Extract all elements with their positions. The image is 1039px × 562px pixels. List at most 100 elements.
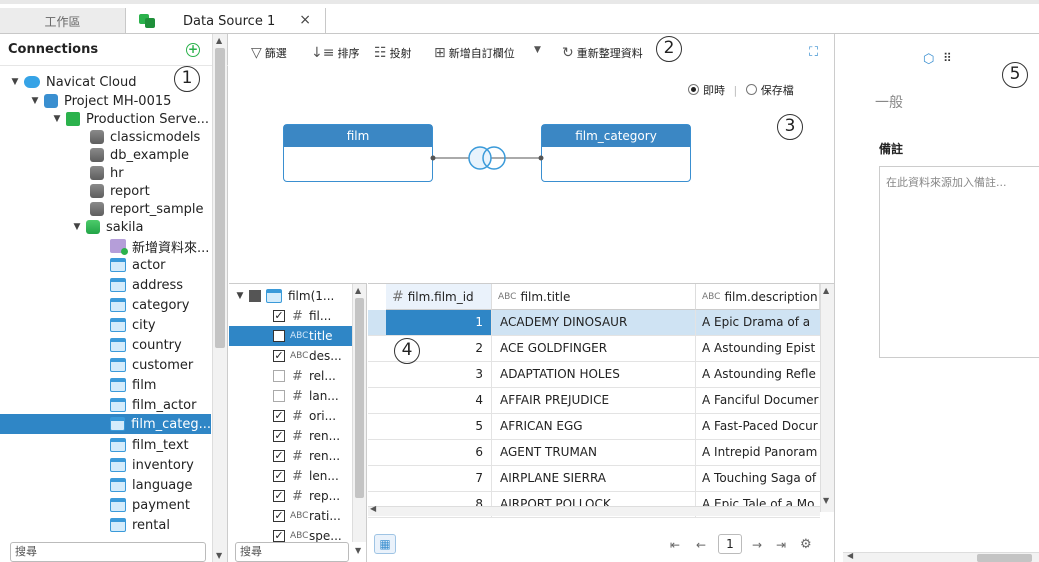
cell-title[interactable]: AIRPLANE SIERRA [492, 466, 696, 491]
tree-item-table[interactable]: address [110, 275, 183, 295]
settings-gear-icon[interactable]: ⚙ [800, 537, 812, 552]
cell-description[interactable]: A Epic Drama of a [696, 310, 820, 335]
first-page-icon[interactable]: ⇤ [670, 538, 680, 552]
next-page-icon[interactable]: → [752, 538, 762, 552]
field-item[interactable]: ✓ ABC title [229, 326, 353, 346]
tree-item-table[interactable]: inventory [110, 455, 194, 475]
add-connection-icon[interactable]: + [186, 43, 200, 57]
field-item[interactable]: ✓ # len... [229, 466, 353, 486]
scroll-left-icon[interactable]: ◀ [370, 504, 376, 513]
column-header-title[interactable]: ABC film.title [492, 284, 696, 310]
close-tab-icon[interactable]: × [299, 12, 311, 28]
table-row[interactable]: 7 AIRPLANE SIERRA A Touching Saga of [368, 466, 820, 492]
scroll-down-icon[interactable]: ▼ [355, 546, 361, 555]
scroll-down-icon[interactable]: ▼ [216, 551, 222, 560]
tree-item-table[interactable]: film_text [110, 435, 189, 455]
filter-button[interactable]: ▽ 篩選 [251, 45, 287, 61]
tree-item-table[interactable]: rental [110, 515, 170, 535]
checkbox-unchecked[interactable] [273, 370, 285, 382]
table-box-film[interactable]: film [283, 124, 433, 182]
cell-description[interactable]: A Astounding Refle [696, 362, 820, 387]
connections-search-input[interactable]: 搜尋 [10, 542, 206, 562]
cell-film-id[interactable]: 5 [386, 414, 492, 439]
field-search-input[interactable]: 搜尋 [235, 542, 349, 562]
cell-film-id[interactable]: 3 [386, 362, 492, 387]
expand-arrow-icon[interactable]: ▼ [30, 96, 40, 106]
table-row[interactable]: 6 AGENT TRUMAN A Intrepid Panoram [368, 440, 820, 466]
tree-item-production-server[interactable]: ▼ Production Serve... [52, 109, 209, 129]
row-indicator[interactable] [368, 414, 386, 439]
table-row[interactable]: 1 ACADEMY DINOSAUR A Epic Drama of a [368, 310, 820, 336]
join-icon[interactable] [468, 146, 492, 170]
row-indicator[interactable] [368, 336, 386, 361]
radio-unchecked-icon[interactable] [745, 84, 757, 95]
tree-item-table[interactable]: category [110, 295, 189, 315]
checkbox-checked[interactable]: ✓ [273, 490, 285, 502]
sort-button[interactable]: ↓≡ 排序 [311, 45, 359, 61]
project-button[interactable]: ☷ 投射 [374, 45, 412, 61]
expand-arrow-icon[interactable]: ▼ [72, 222, 82, 232]
field-item[interactable]: ✓ # ori... [229, 406, 353, 426]
cell-description[interactable]: A Fast-Paced Docur [696, 414, 820, 439]
tree-item-database[interactable]: hr [90, 163, 124, 183]
scroll-thumb[interactable] [977, 554, 1032, 562]
tree-item-table[interactable]: country [110, 335, 182, 355]
checkbox-checked[interactable]: ✓ [273, 310, 285, 322]
checkbox-checked[interactable]: ✓ [273, 470, 285, 482]
column-header-film-id[interactable]: # film.film_id [386, 284, 492, 310]
scroll-down-icon[interactable]: ▼ [823, 496, 829, 505]
tree-item-new-data-source[interactable]: 新增資料來... [110, 236, 209, 256]
refresh-button[interactable]: ↻ 重新整理資料 [562, 45, 643, 61]
checkbox-unchecked[interactable] [273, 390, 285, 402]
checkbox-checked[interactable]: ✓ [273, 430, 285, 442]
row-indicator[interactable] [368, 388, 386, 413]
field-root[interactable]: ▼ film(1... [235, 286, 359, 306]
expand-arrow-icon[interactable]: ▼ [10, 77, 20, 87]
tree-item-table[interactable]: customer [110, 355, 193, 375]
tree-item-table[interactable]: film_actor [110, 395, 196, 415]
cell-film-id[interactable]: 7 [386, 466, 492, 491]
field-item[interactable]: # lan... [229, 386, 353, 406]
row-indicator[interactable] [368, 362, 386, 387]
column-header-description[interactable]: ABC film.description [696, 284, 820, 310]
tree-item-database[interactable]: classicmodels [90, 127, 200, 147]
expand-arrow-icon[interactable]: ▼ [52, 114, 62, 124]
last-page-icon[interactable]: ⇥ [776, 538, 786, 552]
join-connector[interactable] [428, 145, 548, 175]
notes-textarea[interactable]: 在此資料來源加入備註... [879, 166, 1039, 358]
cell-title[interactable]: ADAPTATION HOLES [492, 362, 696, 387]
checkbox-checked[interactable]: ✓ [273, 410, 285, 422]
field-item[interactable]: # rel... [229, 366, 353, 386]
checkbox-partial[interactable] [249, 290, 261, 302]
table-row[interactable]: 4 AFFAIR PREJUDICE A Fanciful Documer [368, 388, 820, 414]
radio-checked-icon[interactable] [688, 84, 699, 95]
page-number-input[interactable]: 1 [718, 534, 742, 554]
tree-item-navicat-cloud[interactable]: ▼ Navicat Cloud [10, 72, 137, 92]
cell-description[interactable]: A Fanciful Documer [696, 388, 820, 413]
tree-item-database[interactable]: report [90, 181, 150, 201]
grid-hscrollbar[interactable]: ◀ [368, 504, 820, 516]
row-indicator[interactable] [368, 440, 386, 465]
scroll-up-icon[interactable]: ▲ [355, 286, 361, 295]
saved-radio[interactable]: 保存檔 [745, 84, 794, 97]
cell-film-id[interactable]: 4 [386, 388, 492, 413]
connections-scrollbar[interactable]: ▲ ▼ [212, 34, 227, 562]
scroll-up-icon[interactable]: ▲ [823, 286, 829, 295]
tree-item-project[interactable]: ▼ Project MH-0015 [30, 91, 172, 111]
checkbox-checked[interactable]: ✓ [273, 450, 285, 462]
field-scrollbar[interactable]: ▲ [352, 284, 366, 542]
tree-item-table[interactable]: city [110, 315, 156, 335]
tree-item-table-selected[interactable]: film_categ... [0, 414, 211, 434]
field-item[interactable]: ✓ # ren... [229, 446, 353, 466]
tab-workspace[interactable]: 工作區 [0, 8, 126, 34]
dropdown-arrow-icon[interactable]: ▼ [534, 45, 541, 55]
scroll-thumb[interactable] [215, 48, 225, 348]
row-indicator[interactable] [368, 310, 386, 335]
tree-item-table[interactable]: actor [110, 255, 166, 275]
cell-title[interactable]: ACE GOLDFINGER [492, 336, 696, 361]
checkbox-checked[interactable]: ✓ [273, 330, 285, 342]
scroll-left-icon[interactable]: ◀ [847, 551, 853, 560]
field-item[interactable]: ✓ ABC des... [229, 346, 353, 366]
live-radio[interactable]: 即時 [688, 84, 725, 97]
fullscreen-icon[interactable]: ⛶ [809, 45, 818, 60]
